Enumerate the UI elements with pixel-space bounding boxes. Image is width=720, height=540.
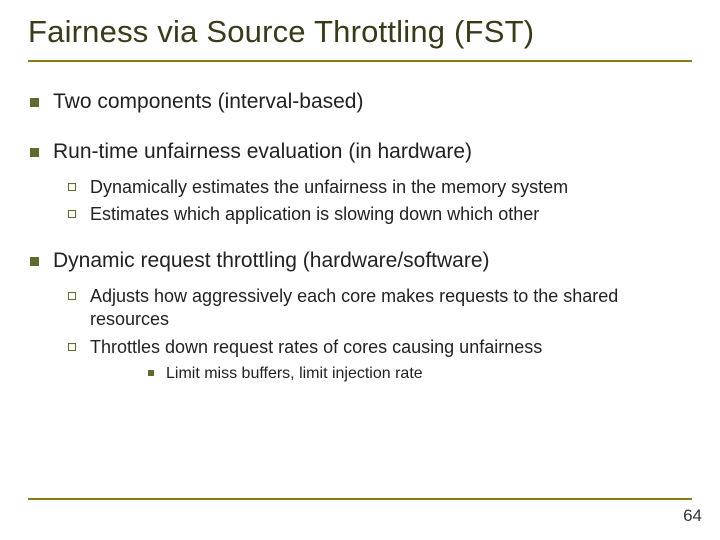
list-item: Estimates which application is slowing d… bbox=[66, 203, 692, 226]
list-item-text: Run-time unfairness evaluation (in hardw… bbox=[53, 140, 472, 164]
square-bullet-icon bbox=[30, 98, 39, 107]
page-number: 64 bbox=[683, 506, 702, 526]
square-bullet-icon bbox=[30, 148, 39, 157]
hollow-square-bullet-icon bbox=[68, 183, 76, 191]
sublist: Adjusts how aggressively each core makes… bbox=[66, 285, 692, 385]
list-item-text: Throttles down request rates of cores ca… bbox=[90, 336, 542, 359]
list-item-text: Adjusts how aggressively each core makes… bbox=[90, 285, 692, 332]
list-item: Adjusts how aggressively each core makes… bbox=[66, 285, 692, 332]
list-item: Dynamically estimates the unfairness in … bbox=[66, 176, 692, 199]
hollow-square-bullet-icon bbox=[68, 343, 76, 351]
footer-divider bbox=[28, 498, 692, 500]
list-item: Throttles down request rates of cores ca… bbox=[66, 336, 692, 359]
hollow-square-bullet-icon bbox=[68, 292, 76, 300]
square-bullet-icon bbox=[148, 370, 154, 376]
list-item: Two components (interval-based) bbox=[28, 90, 692, 114]
list-item: Dynamic request throttling (hardware/sof… bbox=[28, 249, 692, 273]
sublist: Limit miss buffers, limit injection rate bbox=[146, 363, 692, 385]
list-item: Run-time unfairness evaluation (in hardw… bbox=[28, 140, 692, 164]
square-bullet-icon bbox=[30, 257, 39, 266]
sublist: Dynamically estimates the unfairness in … bbox=[66, 176, 692, 227]
slide-body: Two components (interval-based) Run-time… bbox=[28, 62, 692, 385]
list-item-text: Dynamic request throttling (hardware/sof… bbox=[53, 249, 490, 273]
slide: Fairness via Source Throttling (FST) Two… bbox=[0, 0, 720, 540]
list-item-text: Two components (interval-based) bbox=[53, 90, 363, 114]
hollow-square-bullet-icon bbox=[68, 210, 76, 218]
list-item-text: Dynamically estimates the unfairness in … bbox=[90, 176, 568, 199]
list-item-text: Limit miss buffers, limit injection rate bbox=[166, 363, 423, 385]
list-item: Limit miss buffers, limit injection rate bbox=[146, 363, 692, 385]
list-item-text: Estimates which application is slowing d… bbox=[90, 203, 539, 226]
slide-title: Fairness via Source Throttling (FST) bbox=[28, 14, 692, 62]
